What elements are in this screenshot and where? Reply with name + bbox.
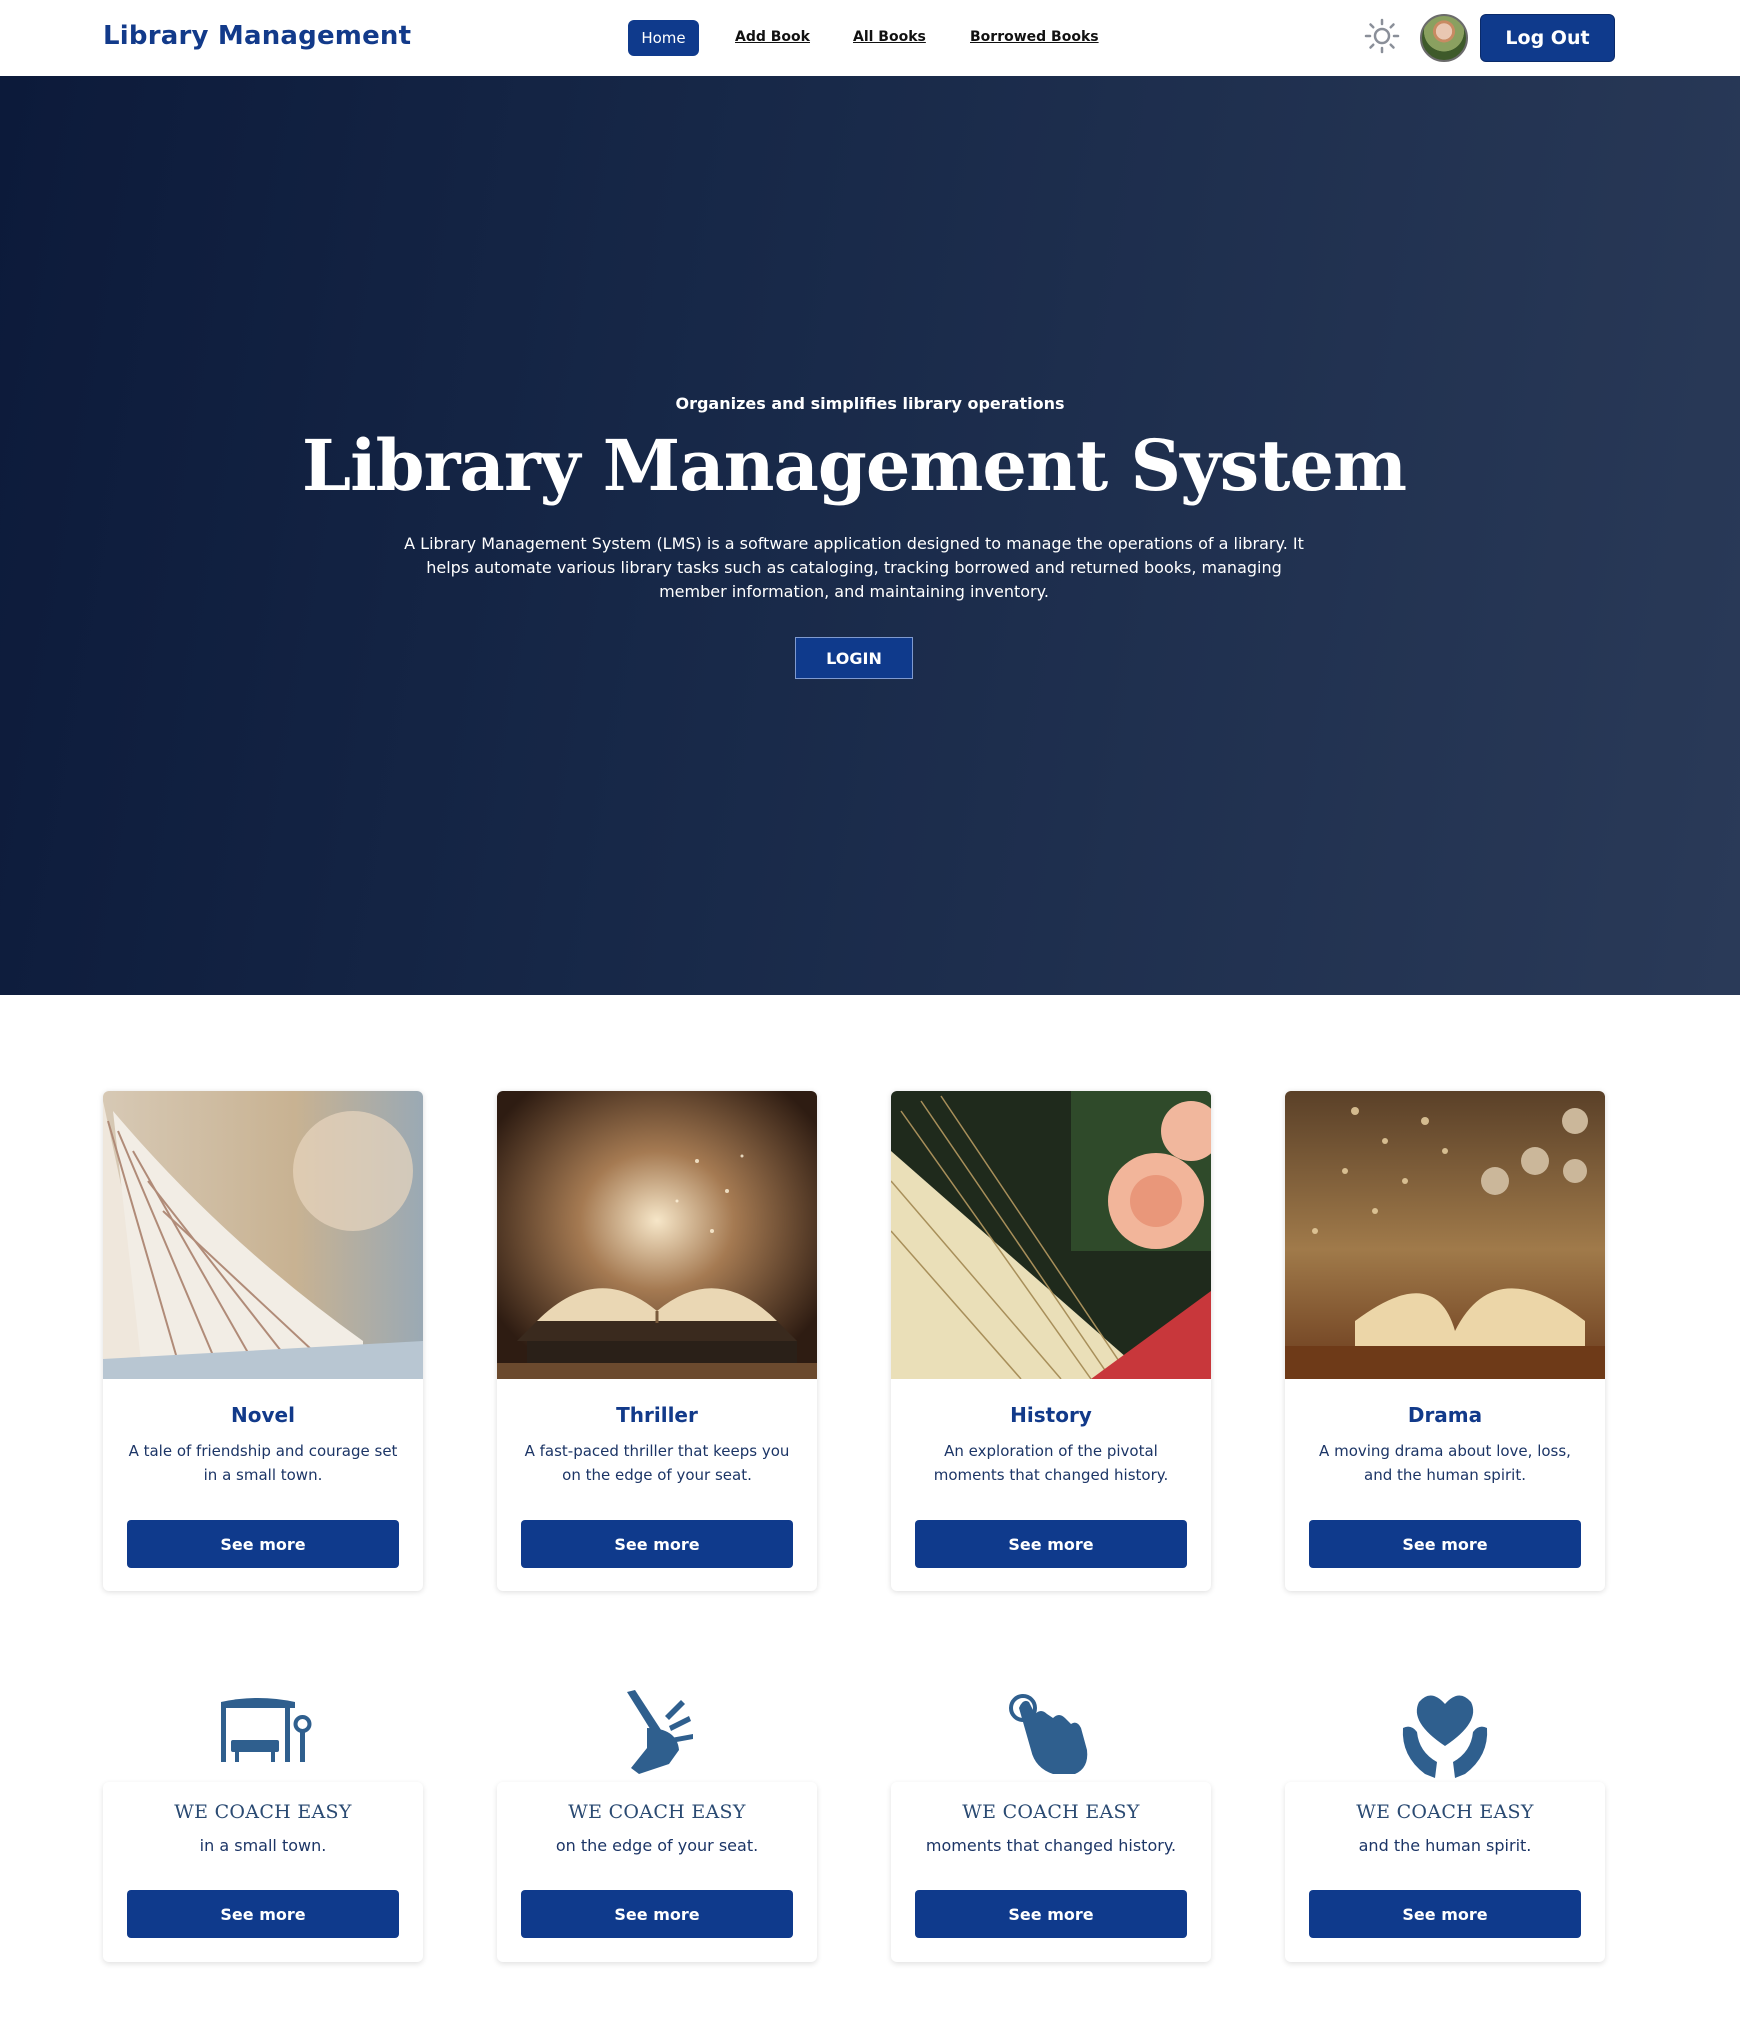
novel-book-image <box>103 1091 423 1379</box>
card-description: A tale of friendship and courage set in … <box>128 1442 398 1484</box>
feature-description: in a small town. <box>199 1836 327 1855</box>
feature-description: on the edge of your seat. <box>555 1836 759 1855</box>
hero-title: Library Management System <box>301 424 1407 507</box>
drama-book-image <box>1285 1091 1605 1379</box>
see-more-button[interactable]: See more <box>1309 1520 1581 1568</box>
see-more-button[interactable]: See more <box>915 1520 1187 1568</box>
see-more-button[interactable]: See more <box>521 1890 793 1938</box>
feature-title: WE COACH EASY <box>174 1801 352 1823</box>
feature-title: WE COACH EASY <box>962 1801 1140 1823</box>
brand-logo[interactable]: Library Management <box>103 21 411 51</box>
tap-hand-icon <box>1009 1694 1088 1774</box>
heart-hands-icon <box>1402 1695 1488 1778</box>
card-title: Novel <box>231 1403 295 1427</box>
card-title: History <box>1010 1403 1092 1427</box>
category-card-novel: Novel A tale of friendship and courage s… <box>103 1091 423 1591</box>
nav-add-book[interactable]: Add Book <box>735 29 810 45</box>
user-avatar[interactable] <box>1420 14 1468 62</box>
navbar: Library Management Home Add Book All Boo… <box>0 0 1740 76</box>
card-title: Drama <box>1407 1403 1483 1427</box>
nav-all-books[interactable]: All Books <box>853 29 926 45</box>
see-more-button[interactable]: See more <box>915 1890 1187 1938</box>
feature-description: and the human spirit. <box>1358 1836 1532 1855</box>
card-description: An exploration of the pivotal moments th… <box>933 1442 1169 1484</box>
history-book-image <box>891 1091 1211 1379</box>
see-more-button[interactable]: See more <box>127 1520 399 1568</box>
card-description: A moving drama about love, loss, and the… <box>1319 1442 1571 1484</box>
category-card-drama: Drama A moving drama about love, loss, a… <box>1285 1091 1605 1591</box>
category-card-history: History An exploration of the pivotal mo… <box>891 1091 1211 1591</box>
feature-title: WE COACH EASY <box>1356 1801 1534 1823</box>
category-card-thriller: Thriller A fast-paced thriller that keep… <box>497 1091 817 1591</box>
see-more-button[interactable]: See more <box>1309 1890 1581 1938</box>
feature-description: moments that changed history. <box>925 1836 1177 1855</box>
hero-login-button[interactable]: LOGIN <box>795 637 913 679</box>
nav-borrowed-books[interactable]: Borrowed Books <box>970 29 1099 45</box>
feature-title: WE COACH EASY <box>568 1801 746 1823</box>
card-description: A fast-paced thriller that keeps you on … <box>524 1442 790 1484</box>
sun-icon[interactable] <box>1364 18 1400 54</box>
logout-button[interactable]: Log Out <box>1480 14 1615 62</box>
hero-banner: Organizes and simplifies library operati… <box>0 76 1740 995</box>
see-more-button[interactable]: See more <box>521 1520 793 1568</box>
hand-wave-icon <box>627 1690 693 1774</box>
thriller-book-image <box>497 1091 817 1379</box>
card-title: Thriller <box>616 1403 698 1427</box>
hero-description: A Library Management System (LMS) is a s… <box>404 534 1304 601</box>
hero-eyebrow: Organizes and simplifies library operati… <box>675 394 1065 413</box>
see-more-button[interactable]: See more <box>127 1890 399 1938</box>
nav-home[interactable]: Home <box>628 20 699 56</box>
bus-stop-icon <box>221 1698 312 1762</box>
